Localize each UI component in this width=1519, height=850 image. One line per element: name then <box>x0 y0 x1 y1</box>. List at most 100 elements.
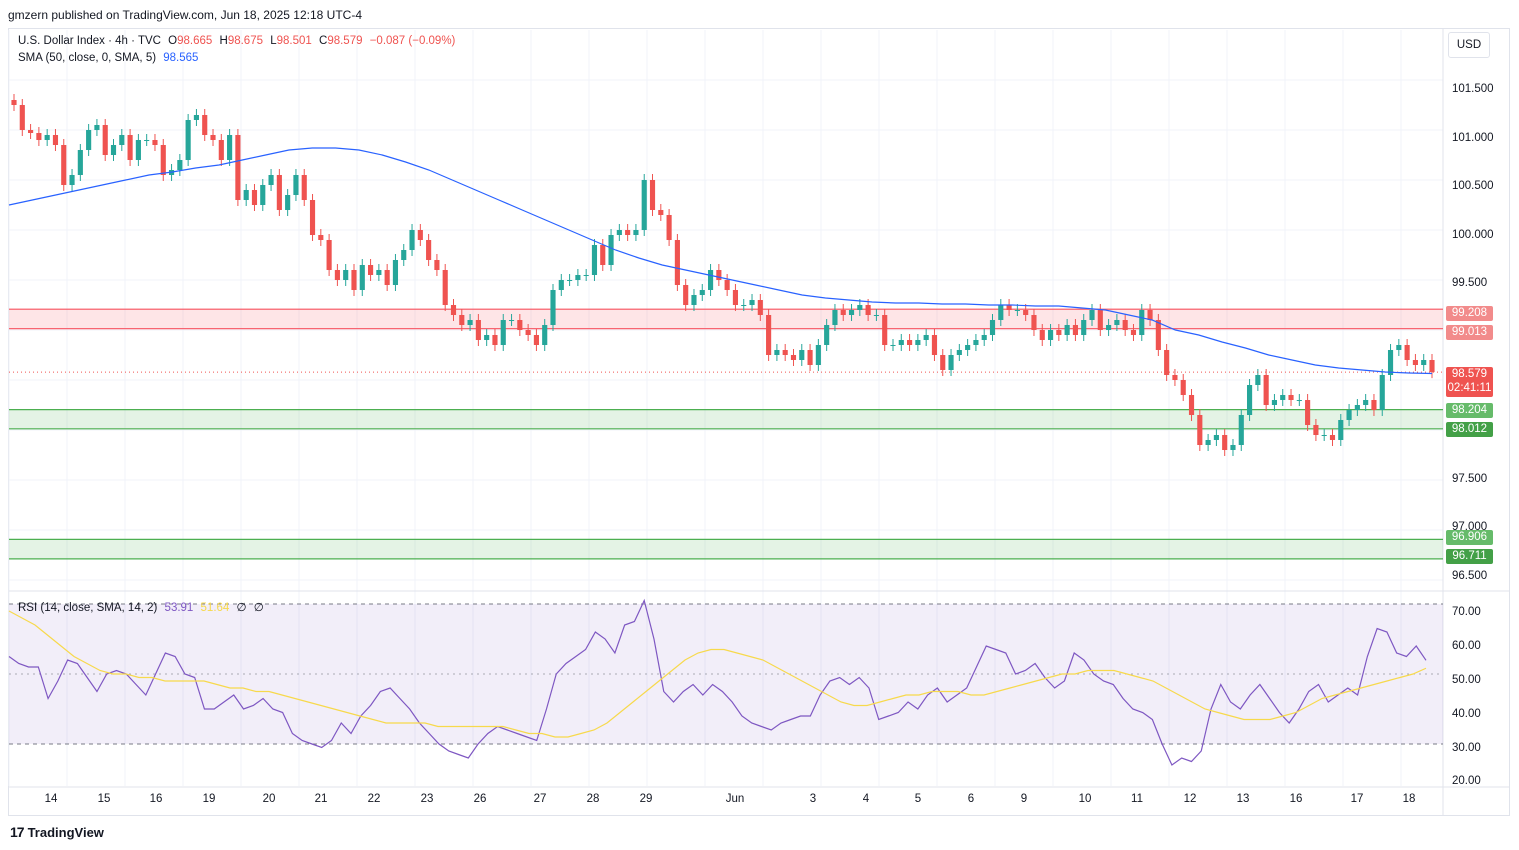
candle-body <box>1396 345 1402 350</box>
candle-body <box>1188 395 1195 415</box>
candle-body <box>591 245 598 275</box>
sma-label[interactable]: SMA (50, close, 0, SMA, 5) <box>18 52 156 64</box>
tradingview-footer[interactable]: 17 TradingView <box>10 824 104 840</box>
change-value: −0.087 (−0.09%) <box>369 35 456 47</box>
candle-body <box>251 190 258 205</box>
support-zone <box>9 409 1443 429</box>
candle-body <box>500 320 506 345</box>
candle-body <box>61 145 67 185</box>
candle-body <box>177 160 183 170</box>
rsi-tick: 30.00 <box>1452 742 1481 754</box>
rsi-tick: 20.00 <box>1452 775 1481 787</box>
x-tick: 4 <box>862 793 870 805</box>
candle-body <box>857 305 863 310</box>
candle-body <box>683 285 689 305</box>
candle-body <box>227 135 233 160</box>
candle-body <box>1031 315 1037 330</box>
support1-bottom-label: 98.012 <box>1446 422 1493 437</box>
candle-body <box>633 230 639 235</box>
support2-bottom-label: 96.711 <box>1446 549 1493 564</box>
candle-body <box>1338 420 1344 440</box>
candle-body <box>1288 395 1294 400</box>
low-label: L98.501 <box>270 35 312 47</box>
candle-body <box>1238 415 1244 445</box>
sma-line <box>8 147 1433 375</box>
candle-body <box>268 175 274 185</box>
rsi-label[interactable]: RSI (14, close, SMA, 14, 2) <box>18 602 157 614</box>
support2-top-label: 96.906 <box>1446 530 1493 545</box>
candle-body <box>1296 400 1302 401</box>
candle-body <box>450 305 457 315</box>
candle-body <box>1014 310 1020 311</box>
rsi-tick: 70.00 <box>1452 606 1481 618</box>
candle-body <box>741 305 747 306</box>
candle-body <box>625 230 631 235</box>
candle-body <box>1263 375 1269 405</box>
candle-body <box>1321 435 1327 436</box>
rsi-extra-1: ∅ <box>236 602 247 614</box>
candle-body <box>890 345 896 346</box>
candle-body <box>44 135 50 140</box>
support-zone <box>9 539 1443 559</box>
candle-body <box>1089 310 1095 320</box>
candle-body <box>732 290 739 305</box>
candle-body <box>956 350 962 355</box>
candle-body <box>1404 345 1410 360</box>
candle-body <box>575 275 581 280</box>
candle-body <box>484 335 490 340</box>
candle-body <box>110 145 117 155</box>
candle-body <box>185 120 191 160</box>
candle-body <box>276 175 282 210</box>
price-legend: U.S. Dollar Index · 4h · TVC O98.665 H98… <box>18 35 459 47</box>
candle-body <box>334 270 340 280</box>
candle-body <box>824 325 830 345</box>
candle-body <box>1139 310 1145 335</box>
candle-body <box>152 140 158 145</box>
candle-body <box>1421 360 1427 365</box>
support1-top-label: 98.204 <box>1446 403 1493 418</box>
rsi-ma-value: 51.64 <box>200 602 230 614</box>
currency-button[interactable]: USD <box>1448 32 1490 58</box>
candle-body <box>848 310 855 315</box>
price-tick: 100.000 <box>1452 229 1494 241</box>
candle-body <box>1271 400 1278 405</box>
candle-body <box>1412 360 1418 365</box>
candle-body <box>326 240 332 270</box>
candle-body <box>376 270 382 275</box>
candle-body <box>426 240 432 260</box>
candle-body <box>766 315 772 355</box>
candle-body <box>28 130 34 133</box>
candle-body <box>898 340 904 345</box>
candle-body <box>69 175 75 185</box>
low-value: 98.501 <box>276 35 312 47</box>
candle-body <box>144 140 150 141</box>
candle-body <box>666 215 672 240</box>
x-tick: 15 <box>97 793 111 805</box>
x-tick: 28 <box>586 793 600 805</box>
chart-canvas[interactable] <box>0 0 1519 850</box>
sma-legend: SMA (50, close, 0, SMA, 5) 98.565 <box>18 52 202 64</box>
candle-body <box>508 320 515 321</box>
candle-body <box>52 135 59 145</box>
rsi-extra-2: ∅ <box>253 602 264 614</box>
x-tick: 19 <box>202 793 216 805</box>
rsi-tick: 50.00 <box>1452 674 1481 686</box>
candle-body <box>384 270 390 285</box>
x-tick: Jun <box>725 793 745 805</box>
price-tick: 101.000 <box>1452 132 1494 144</box>
x-tick: 13 <box>1236 793 1250 805</box>
candle-body <box>1246 385 1253 415</box>
candle-body <box>1305 400 1311 425</box>
candle-body <box>525 330 531 335</box>
candle-body <box>807 350 813 365</box>
candle-body <box>923 335 929 340</box>
candle-body <box>119 135 125 145</box>
x-tick: 12 <box>1183 793 1197 805</box>
candle-body <box>202 115 208 135</box>
symbol-name[interactable]: U.S. Dollar Index · 4h · TVC <box>18 35 161 47</box>
candle-body <box>1205 440 1211 445</box>
candle-body <box>86 130 92 150</box>
candle-body <box>11 100 17 105</box>
candle-body <box>1114 320 1120 325</box>
candle-body <box>293 175 299 195</box>
